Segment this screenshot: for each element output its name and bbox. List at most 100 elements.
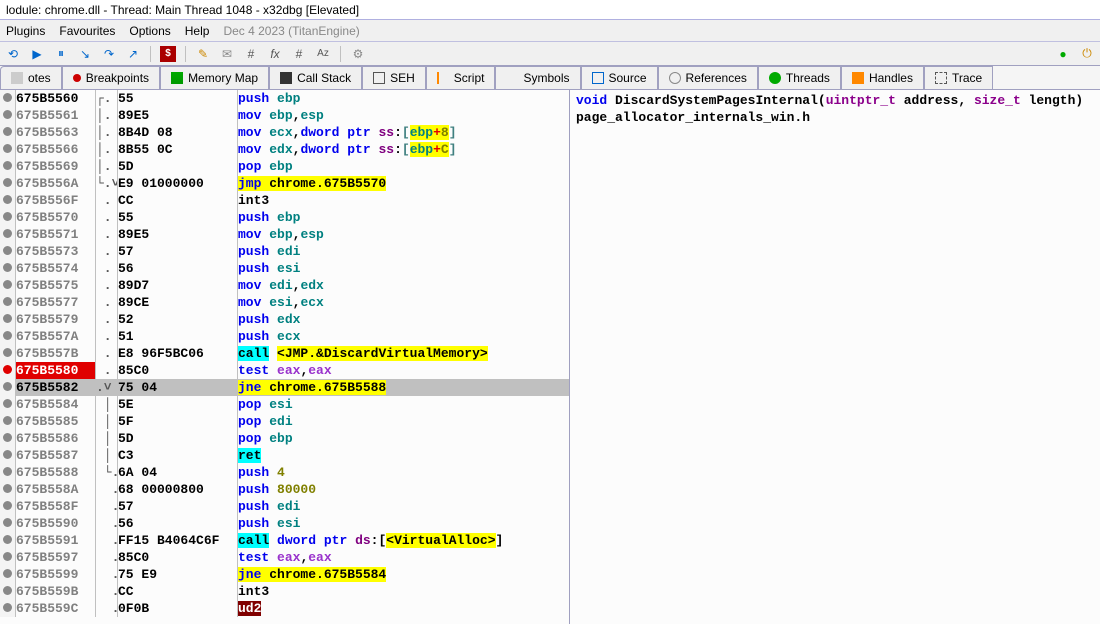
plugin-button[interactable]: $ [159, 45, 177, 63]
disasm-row[interactable]: 675B557B .E8 96F5BC06call <JMP.&DiscardV… [0, 345, 569, 362]
disasm-row[interactable]: 675B559B .CCint3 [0, 583, 569, 600]
disasm-row[interactable]: 675B5571 .89E5mov ebp,esp [0, 226, 569, 243]
function-icon[interactable]: fx [266, 45, 284, 63]
step-out-icon[interactable]: ↗ [124, 45, 142, 63]
menu-plugins[interactable]: Plugins [6, 24, 45, 38]
breakpoint-gutter[interactable] [0, 209, 16, 226]
disasm-row[interactable]: 675B5560┌.55push ebp [0, 90, 569, 107]
breakpoint-gutter[interactable] [0, 277, 16, 294]
settings-icon[interactable]: ⚙ [349, 45, 367, 63]
tab-call-stack[interactable]: Call Stack [269, 66, 362, 89]
step-into-icon[interactable]: ↘ [76, 45, 94, 63]
run-icon[interactable]: ▶ [28, 45, 46, 63]
disasm-row[interactable]: 675B5563│.8B4D 08mov ecx,dword ptr ss:[e… [0, 124, 569, 141]
pause-icon[interactable]: ⏸ [52, 45, 70, 63]
disasm-row[interactable]: 675B5579 .52push edx [0, 311, 569, 328]
breakpoint-gutter[interactable] [0, 124, 16, 141]
step-over-icon[interactable]: ↷ [100, 45, 118, 63]
disasm-row[interactable]: 675B5591 .FF15 B4064C6Fcall dword ptr ds… [0, 532, 569, 549]
online-icon[interactable]: ● [1054, 45, 1072, 63]
hash-icon[interactable]: # [290, 45, 308, 63]
tab-memory-map[interactable]: Memory Map [160, 66, 269, 89]
breakpoint-gutter[interactable] [0, 243, 16, 260]
disasm-row[interactable]: 675B558F .57push edi [0, 498, 569, 515]
breakpoint-gutter[interactable] [0, 498, 16, 515]
disasm-row[interactable]: 675B5588 └.6A 04push 4 [0, 464, 569, 481]
disasm-row[interactable]: 675B5566│.8B55 0Cmov edx,dword ptr ss:[e… [0, 141, 569, 158]
disasm-row[interactable]: 675B5599 .˄75 E9jne chrome.675B5584 [0, 566, 569, 583]
breakpoint-gutter[interactable] [0, 175, 16, 192]
disasm-row[interactable]: 675B5585 │5Fpop edi [0, 413, 569, 430]
breakpoint-disabled-icon [3, 178, 12, 187]
menu-options[interactable]: Options [129, 24, 170, 38]
disasm-row[interactable]: 675B556F .CCint3 [0, 192, 569, 209]
disasm-row[interactable]: 675B559C .0F0Bud2 [0, 600, 569, 617]
breakpoint-gutter[interactable] [0, 362, 16, 379]
source-panel[interactable]: void DiscardSystemPagesInternal(uintptr_… [570, 90, 1100, 624]
disasm-row[interactable]: 675B5580 .85C0test eax,eax [0, 362, 569, 379]
breakpoint-gutter[interactable] [0, 260, 16, 277]
disasm-row[interactable]: 675B5582.˅75 04jne chrome.675B5588 [0, 379, 569, 396]
disasm-row[interactable]: 675B557A .51push ecx [0, 328, 569, 345]
breakpoint-gutter[interactable] [0, 294, 16, 311]
tab-seh[interactable]: SEH [362, 66, 426, 89]
lock-icon[interactable]: ⏻ [1078, 45, 1096, 63]
breakpoint-gutter[interactable] [0, 107, 16, 124]
tab-threads[interactable]: Threads [758, 66, 841, 89]
tab-script[interactable]: Script [426, 66, 496, 89]
breakpoint-gutter[interactable] [0, 192, 16, 209]
breakpoint-gutter[interactable] [0, 413, 16, 430]
disassembly-panel[interactable]: 675B5560┌.55push ebp675B5561│.89E5mov eb… [0, 90, 570, 624]
menu-favourites[interactable]: Favourites [59, 24, 115, 38]
disasm-row[interactable]: 675B5577 .89CEmov esi,ecx [0, 294, 569, 311]
disasm-row[interactable]: 675B558A .68 00000800push 80000 [0, 481, 569, 498]
tab-symbols[interactable]: Symbols [495, 66, 580, 89]
tab-source[interactable]: Source [581, 66, 658, 89]
breakpoint-gutter[interactable] [0, 583, 16, 600]
disasm-row[interactable]: 675B5597 .85C0test eax,eax [0, 549, 569, 566]
disasm-row[interactable]: 675B5584 │5Epop esi [0, 396, 569, 413]
breakpoint-gutter[interactable] [0, 549, 16, 566]
breakpoint-gutter[interactable] [0, 345, 16, 362]
breakpoint-gutter[interactable] [0, 141, 16, 158]
breakpoint-gutter[interactable] [0, 515, 16, 532]
breakpoint-gutter[interactable] [0, 396, 16, 413]
label-icon[interactable]: # [242, 45, 260, 63]
breakpoint-gutter[interactable] [0, 600, 16, 617]
tab-references[interactable]: References [658, 66, 758, 89]
disasm-row[interactable]: 675B5587 │C3ret [0, 447, 569, 464]
disasm-row[interactable]: 675B5586 │5Dpop ebp [0, 430, 569, 447]
disasm-row[interactable]: 675B5570 .55push ebp [0, 209, 569, 226]
breakpoint-gutter[interactable] [0, 90, 16, 107]
breakpoint-gutter[interactable] [0, 311, 16, 328]
disasm-row[interactable]: 675B556A└.˅E9 01000000jmp chrome.675B557… [0, 175, 569, 192]
comment-icon[interactable]: ✉ [218, 45, 236, 63]
tab-notes[interactable]: otes [0, 66, 62, 89]
breakpoint-gutter[interactable] [0, 158, 16, 175]
disasm-row[interactable]: 675B5561│.89E5mov ebp,esp [0, 107, 569, 124]
tab-breakpoints[interactable]: Breakpoints [62, 66, 160, 89]
address-cell: 675B5573 [16, 243, 96, 260]
window-title: lodule: chrome.dll - Thread: Main Thread… [0, 0, 1100, 20]
disasm-row[interactable]: 675B5574 .56push esi [0, 260, 569, 277]
breakpoint-gutter[interactable] [0, 464, 16, 481]
az-icon[interactable]: Aᴢ [314, 45, 332, 63]
menu-help[interactable]: Help [185, 24, 210, 38]
breakpoint-gutter[interactable] [0, 328, 16, 345]
breakpoint-gutter[interactable] [0, 430, 16, 447]
disasm-row[interactable]: 675B5573 .57push edi [0, 243, 569, 260]
tab-handles[interactable]: Handles [841, 66, 924, 89]
patch-icon[interactable]: ✎ [194, 45, 212, 63]
disasm-row[interactable]: 675B5569│.5Dpop ebp [0, 158, 569, 175]
breakpoint-gutter[interactable] [0, 566, 16, 583]
breakpoint-gutter[interactable] [0, 447, 16, 464]
breakpoint-gutter[interactable] [0, 226, 16, 243]
disasm-row[interactable]: 675B5590 .56push esi [0, 515, 569, 532]
breakpoint-gutter[interactable] [0, 481, 16, 498]
disasm-row[interactable]: 675B5575 .89D7mov edi,edx [0, 277, 569, 294]
breakpoint-gutter[interactable] [0, 379, 16, 396]
restart-icon[interactable]: ⟲ [4, 45, 22, 63]
breakpoint-gutter[interactable] [0, 532, 16, 549]
tab-trace[interactable]: Trace [924, 66, 993, 89]
flow-cell: └.˅ [96, 175, 118, 192]
